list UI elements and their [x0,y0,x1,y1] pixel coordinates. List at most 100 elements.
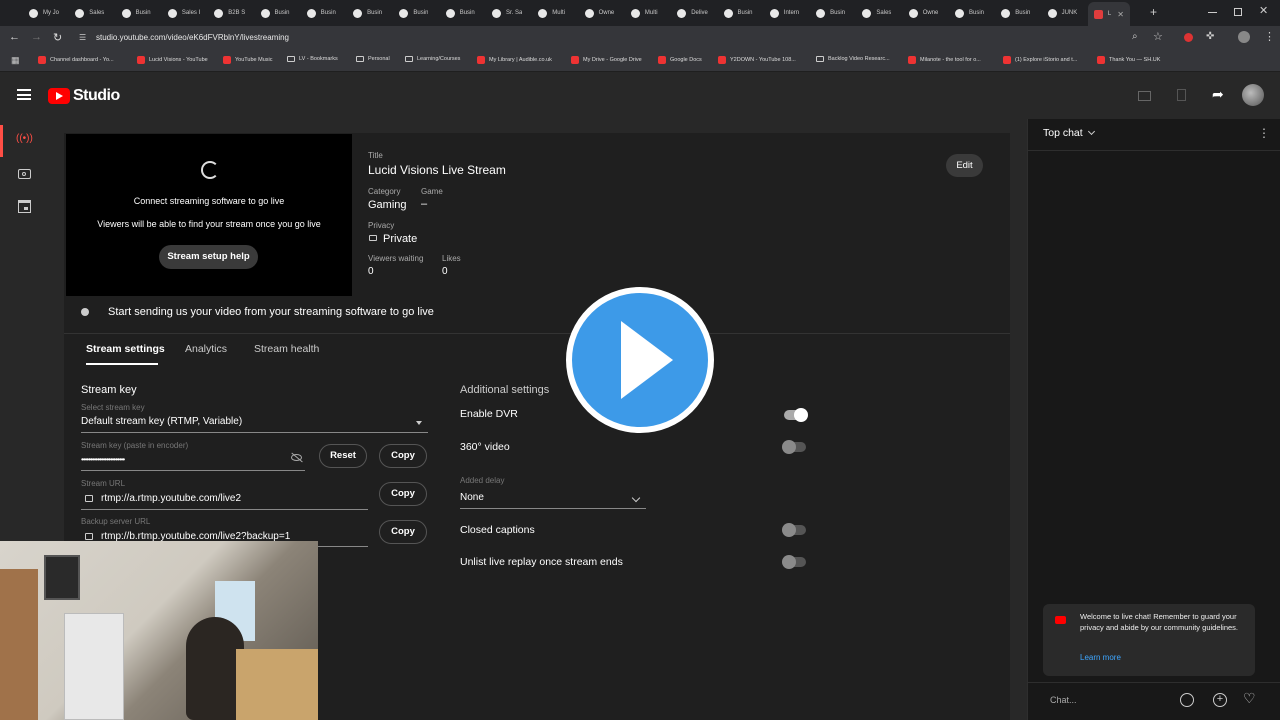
close-window-icon[interactable]: ✕ [1259,4,1268,17]
added-delay-label: Added delay [460,476,505,485]
tab-analytics[interactable]: Analytics [185,343,227,355]
puzzle-icon[interactable]: ✜ [1206,31,1214,42]
tab-stream-health[interactable]: Stream health [254,343,319,355]
emoji-icon[interactable] [1180,693,1194,707]
chevron-down-icon[interactable] [416,421,422,425]
stream-url-value[interactable]: rtmp://a.rtmp.youtube.com/live2 [101,493,241,504]
bookmark-item[interactable]: Personal [356,56,390,62]
bookmark-item[interactable]: YouTube Music [223,56,273,64]
browser-tab[interactable]: Delive [677,4,708,22]
apps-grid-icon[interactable]: ▦ [11,55,20,66]
delay-chevron-down-icon[interactable] [631,493,641,503]
browser-tab[interactable]: Busin [955,4,984,22]
bookmark-item[interactable]: Learning/Courses [405,56,460,62]
bookmark-item[interactable]: Google Docs [658,56,702,64]
bookmark-item[interactable]: My Library | Audible.co.uk [477,56,552,64]
chat-input[interactable]: Chat... [1050,695,1077,705]
browser-tab[interactable]: Multi [630,4,658,22]
tab-stream-settings[interactable]: Stream settings [86,343,165,355]
copy-url-button[interactable]: Copy [379,482,427,506]
edit-button[interactable]: Edit [946,154,983,177]
browser-tab[interactable]: Busin [399,4,428,22]
camera-icon[interactable] [18,169,31,179]
zoom-icon[interactable]: ⌕ [1132,31,1138,42]
tab-active[interactable]: L ✕ [1087,2,1130,26]
unlist-replay-toggle[interactable] [782,555,806,569]
bookmark-item[interactable]: My Drive - Google Drive [571,56,642,64]
delay-underline [460,508,646,509]
bookmark-item[interactable]: Lucid Visions - YouTube [137,56,208,64]
browser-tab[interactable]: Sales I [167,4,200,22]
copy-backup-button[interactable]: Copy [379,520,427,544]
chat-chevron-down-icon[interactable] [1087,127,1096,136]
added-delay-select[interactable]: None [460,492,484,503]
browser-tab[interactable]: Busin [723,4,753,22]
hamburger-menu-icon[interactable] [17,89,31,100]
add-icon[interactable]: + [1213,693,1227,707]
bookmark-item[interactable]: Y2DOWN - YouTube 108... [718,56,796,64]
browser-tab[interactable]: Owne [584,4,614,22]
bookmark-item[interactable]: LV - Bookmarks [287,56,338,62]
hide-key-icon[interactable] [291,452,303,463]
close-tab-icon[interactable]: ✕ [1117,10,1124,19]
bookmark-star-icon[interactable]: ☆ [1153,30,1163,43]
play-button[interactable] [566,287,714,433]
minimize-icon[interactable] [1208,12,1217,13]
enable-dvr-toggle[interactable] [784,408,808,422]
browser-tab[interactable]: Busin [121,4,151,22]
site-info-icon[interactable]: ☰ [79,33,86,42]
browser-tab[interactable]: Busin [353,4,382,22]
profile-icon[interactable] [1238,31,1250,43]
browser-tab[interactable]: Intern [769,4,799,22]
url-field[interactable]: studio.youtube.com/video/eK6dFVRblnY/liv… [96,33,289,42]
browser-tab[interactable]: My Jo [29,4,59,22]
share-icon[interactable]: ➦ [1212,86,1224,103]
bookmark-item[interactable]: Channel dashboard - Yo... [38,56,114,64]
select-underline [81,432,428,433]
youtube-logo-icon[interactable] [48,88,70,104]
account-avatar[interactable] [1242,84,1264,106]
learn-more-link[interactable]: Learn more [1080,653,1121,662]
closed-captions-toggle[interactable] [782,523,806,537]
browser-tab[interactable]: JUNK [1047,4,1077,22]
reload-icon[interactable]: ↻ [53,31,62,44]
browser-tab[interactable]: Sales [75,4,104,22]
clapperboard-icon[interactable] [1138,91,1151,101]
forward-icon[interactable]: → [31,31,42,43]
browser-tab[interactable]: Busin [306,4,336,22]
browser-tab[interactable]: Busin [816,4,845,22]
stream-setup-help-button[interactable]: Stream setup help [159,245,258,269]
browser-tab[interactable]: Sales [862,4,891,22]
browser-tab[interactable]: Busin [260,4,290,22]
calendar-icon[interactable] [18,200,31,213]
stream-key-select[interactable]: Default stream key (RTMP, Variable) [81,416,242,427]
back-icon[interactable]: ← [9,31,20,43]
bookmark-item[interactable]: Thank You — SH.UK [1097,56,1160,64]
browser-tab[interactable]: Busin [445,4,475,22]
heart-icon[interactable]: ♡ [1243,690,1256,707]
maximize-icon[interactable] [1234,8,1242,16]
new-tab-button[interactable]: + [1150,5,1157,19]
bookmark-item[interactable]: (1) Explore iStorio and t... [1003,56,1077,64]
bookmark-label: Personal [368,56,390,62]
bookmark-item[interactable]: Backlog Video Researc... [816,56,890,62]
copy-key-button[interactable]: Copy [379,444,427,468]
browser-tab[interactable]: Busin [1001,4,1030,22]
browser-tab[interactable]: B2B S [214,4,245,22]
chat-menu-icon[interactable]: ⋮ [1258,126,1270,140]
stream-key-label: Stream key (paste in encoder) [81,441,189,450]
360-video-toggle[interactable] [782,440,806,454]
browser-tab[interactable]: Multi [538,4,565,22]
browser-tab[interactable]: Owne [908,4,938,22]
reset-button[interactable]: Reset [319,444,367,468]
bookmark-icon[interactable] [1177,89,1186,101]
top-chat-dropdown[interactable]: Top chat [1043,127,1083,139]
menu-dots-icon[interactable]: ⋮ [1264,30,1275,43]
chat-scrollbar[interactable] [1274,153,1280,677]
browser-tab[interactable]: Sr. Sa [492,4,522,22]
stream-key-input[interactable]: •••••••••••••••••••••••• [81,455,125,464]
extension-icon[interactable] [1184,33,1193,42]
live-stream-icon[interactable]: ((•)) [16,133,33,144]
backup-lock-icon [85,533,93,540]
bookmark-item[interactable]: Milanote - the tool for o... [908,56,981,64]
